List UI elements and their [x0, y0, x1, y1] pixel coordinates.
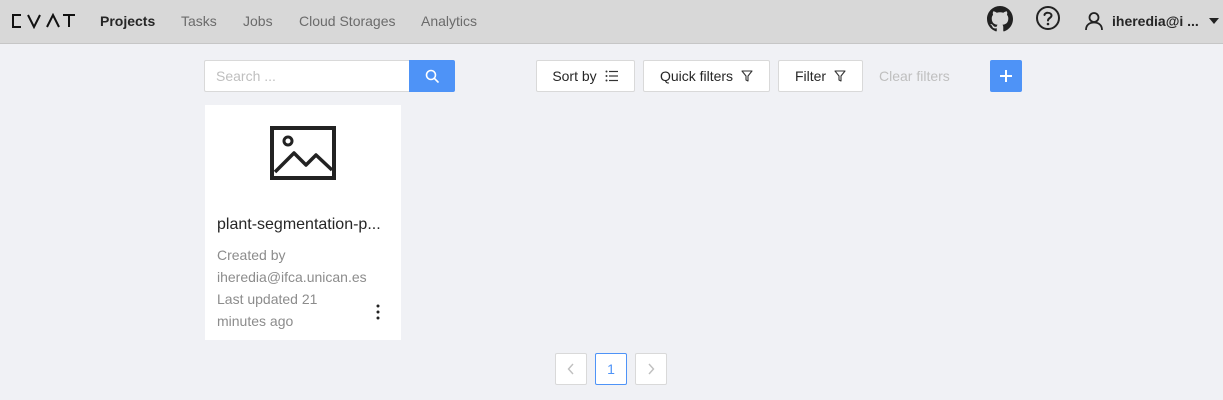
sort-list-icon — [605, 70, 618, 82]
last-updated-line1: Last updated 21 — [217, 291, 318, 307]
nav-analytics[interactable]: Analytics — [421, 12, 477, 30]
user-menu[interactable]: iheredia@i ... — [1084, 8, 1219, 34]
more-vertical-icon — [376, 304, 380, 320]
project-preview — [270, 126, 336, 185]
nav-jobs[interactable]: Jobs — [243, 12, 273, 30]
created-by-label: Created by — [217, 247, 286, 263]
cvat-logo[interactable] — [10, 12, 76, 30]
project-card[interactable]: plant-segmentation-p... Created by ihere… — [205, 105, 401, 340]
project-owner: iheredia@ifca.unican.es — [217, 269, 367, 285]
quick-filters-label: Quick filters — [659, 68, 734, 84]
quick-filters-button[interactable]: Quick filters — [643, 60, 770, 92]
more-actions-button[interactable] — [370, 302, 386, 322]
image-placeholder-icon — [270, 126, 336, 180]
nav-cloud-storages[interactable]: Cloud Storages — [299, 12, 396, 30]
filter-label: Filter — [794, 68, 827, 84]
sort-by-button[interactable]: Sort by — [536, 60, 635, 92]
search-input[interactable] — [204, 60, 409, 92]
plus-icon — [1000, 70, 1012, 82]
filter-icon — [741, 70, 753, 82]
github-icon[interactable] — [987, 6, 1013, 37]
search-icon — [425, 69, 439, 83]
user-name: iheredia@i ... — [1112, 13, 1199, 29]
cvat-logo-mark — [12, 13, 75, 29]
caret-down-icon — [1208, 18, 1219, 24]
clear-filters-button[interactable]: Clear filters — [879, 68, 950, 84]
filter-button[interactable]: Filter — [778, 60, 863, 92]
sort-by-label: Sort by — [552, 68, 597, 84]
next-page-button[interactable] — [635, 353, 667, 385]
filter-icon — [834, 70, 846, 82]
last-updated-line2: minutes ago — [217, 313, 294, 329]
chevron-right-icon — [648, 363, 655, 375]
create-project-button[interactable] — [990, 60, 1022, 92]
page-number-button[interactable]: 1 — [595, 353, 627, 385]
prev-page-button[interactable] — [555, 353, 587, 385]
user-icon — [1085, 12, 1103, 31]
chevron-left-icon — [567, 363, 574, 375]
project-title[interactable]: plant-segmentation-p... — [217, 215, 389, 235]
top-bar: Projects Tasks Jobs Cloud Storages Analy… — [0, 0, 1223, 44]
search-button[interactable] — [409, 60, 455, 92]
search-bar — [204, 60, 455, 92]
nav-tasks[interactable]: Tasks — [181, 12, 217, 30]
nav-projects[interactable]: Projects — [100, 12, 155, 30]
help-icon[interactable] — [1035, 5, 1061, 36]
